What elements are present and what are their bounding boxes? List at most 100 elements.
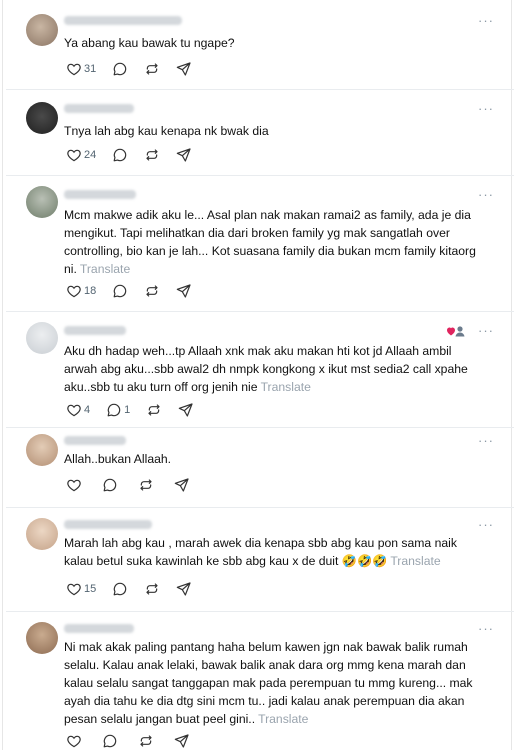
more-icon[interactable]: ··· [478,188,494,201]
share-button[interactable] [174,477,190,493]
like-button[interactable]: 24 [66,147,96,163]
repost-icon [146,583,158,595]
post-text: Ya abang kau bawak tu ngape? [64,34,484,52]
like-icon [67,149,81,162]
repost-icon [146,149,158,161]
share-button[interactable] [176,283,192,299]
post-text: Allah..bukan Allaah. [64,450,484,468]
share-icon [176,148,191,162]
username-redacted [64,520,152,529]
repost-button[interactable] [144,581,160,597]
translate-link[interactable]: Translate [390,554,440,568]
more-icon[interactable]: ··· [478,518,494,531]
reply-button[interactable] [112,147,128,163]
thread-post: ··· Mcm makwe adik aku le... Asal plan n… [6,176,514,312]
post-text: Mcm makwe adik aku le... Asal plan nak m… [64,206,484,278]
translate-link[interactable]: Translate [261,380,311,394]
thread-container: ··· Ya abang kau bawak tu ngape? 31 ··· … [2,0,514,750]
like-count: 24 [84,149,97,161]
thread-post: ··· Aku dh hadap weh...tp Allaah xnk mak… [6,312,514,428]
more-icon[interactable]: ··· [478,622,494,635]
username-redacted [64,624,134,633]
like-icon [67,583,81,596]
more-icon[interactable]: ··· [478,102,494,115]
reply-button[interactable] [112,61,128,77]
like-icon [67,404,81,417]
repost-icon [146,285,158,297]
share-icon [174,734,189,748]
post-text: Ni mak akak paling pantang haha belum ka… [64,638,484,728]
username-redacted [64,436,126,445]
thread-post: ··· Ya abang kau bawak tu ngape? 31 [6,0,514,90]
reply-button[interactable] [102,733,118,749]
share-button[interactable] [178,402,194,418]
avatar[interactable] [26,322,58,354]
like-button[interactable] [66,733,82,749]
more-icon[interactable]: ··· [478,14,494,27]
like-icon [67,63,81,76]
username-redacted [64,16,182,25]
like-button[interactable]: 31 [66,61,96,77]
like-count: 15 [84,583,97,595]
post-text: Tnya lah abg kau kenapa nk bwak dia [64,122,484,140]
avatar[interactable] [26,186,58,218]
reply-icon [103,734,117,748]
reply-button[interactable] [112,283,128,299]
repost-button[interactable] [144,61,160,77]
share-icon [176,582,191,596]
more-icon[interactable]: ··· [478,324,494,337]
reply-icon [113,284,127,298]
post-text: Marah lah abg kau , marah awek dia kenap… [64,534,484,570]
share-button[interactable] [176,61,192,77]
avatar[interactable] [26,434,58,466]
repost-button[interactable] [138,477,154,493]
like-count: 4 [84,404,91,416]
share-icon [176,62,191,76]
avatar[interactable] [26,14,58,46]
username-redacted [64,104,134,113]
reply-button[interactable] [112,581,128,597]
reply-icon [113,582,127,596]
reply-button[interactable] [102,477,118,493]
action-bar: 18 [66,282,208,300]
repost-button[interactable] [146,402,162,418]
like-button[interactable] [66,477,82,493]
like-button[interactable]: 15 [66,581,96,597]
repost-icon [146,63,158,75]
share-icon [178,403,193,417]
post-text-content: Tnya lah abg kau kenapa nk bwak dia [64,124,269,138]
repost-button[interactable] [138,733,154,749]
share-button[interactable] [176,581,192,597]
post-text: Aku dh hadap weh...tp Allaah xnk mak aku… [64,342,484,396]
translate-link[interactable]: Translate [80,262,130,276]
share-icon [176,284,191,298]
username-redacted [64,190,136,199]
action-bar: 24 [66,146,208,164]
repost-icon [140,479,152,491]
reply-button[interactable]: 1 [106,402,130,418]
avatar[interactable] [26,102,58,134]
like-count: 31 [84,63,97,75]
username-redacted [64,326,126,335]
action-bar: 4 1 [66,401,210,419]
more-icon[interactable]: ··· [478,434,494,447]
action-bar: 15 [66,580,208,598]
share-button[interactable] [176,147,192,163]
avatar[interactable] [26,518,58,550]
like-button[interactable]: 4 [66,402,90,418]
translate-link[interactable]: Translate [258,712,308,726]
thread-post: ··· Allah..bukan Allaah. [6,428,514,508]
reply-icon [107,403,121,417]
share-button[interactable] [174,733,190,749]
action-bar [66,476,206,494]
repost-button[interactable] [144,147,160,163]
post-text-content: Ya abang kau bawak tu ngape? [64,36,235,50]
share-icon [174,478,189,492]
repost-button[interactable] [144,283,160,299]
reply-count: 1 [124,404,131,416]
reaction-icon [447,326,465,337]
action-bar: 31 [66,60,208,78]
like-button[interactable]: 18 [66,283,96,299]
repost-icon [140,735,152,747]
avatar[interactable] [26,622,58,654]
